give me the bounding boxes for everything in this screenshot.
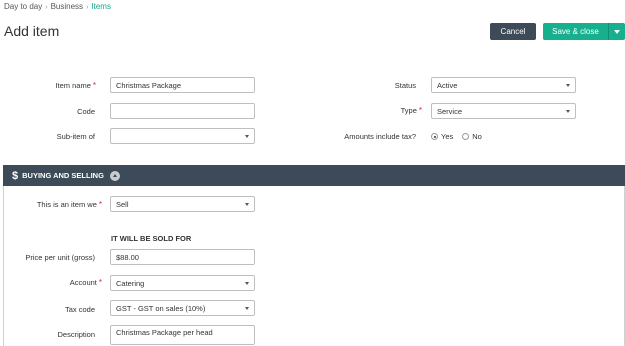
status-value: Active: [437, 80, 458, 90]
code-field[interactable]: [110, 103, 255, 119]
breadcrumb-business[interactable]: Business: [51, 2, 83, 11]
amounts-include-tax-radios: Yes No: [431, 132, 482, 141]
save-close-button[interactable]: Save & close: [543, 23, 608, 40]
cancel-button[interactable]: Cancel: [490, 23, 536, 40]
save-options-dropdown[interactable]: [608, 23, 625, 40]
account-select[interactable]: Catering: [110, 275, 255, 291]
section-title: BUYING AND SELLING: [22, 171, 104, 180]
description-textarea[interactable]: Christmas Package per head: [110, 325, 255, 345]
dollar-icon: $: [12, 169, 19, 182]
status-select[interactable]: Active: [431, 77, 576, 93]
price-field[interactable]: $88.00: [110, 249, 255, 265]
page-title: Add item: [4, 23, 60, 39]
item-we-label: This is an item we *: [36, 200, 102, 209]
radio-no[interactable]: [462, 133, 470, 140]
buying-selling-section-header[interactable]: $ BUYING AND SELLING: [3, 165, 625, 186]
tax-code-value: GST - GST on sales (10%): [116, 303, 206, 313]
chevron-down-icon: [614, 29, 620, 34]
item-name-field[interactable]: Christmas Package: [110, 77, 255, 93]
tax-code-select[interactable]: GST - GST on sales (10%): [110, 300, 255, 316]
tax-code-label: Tax code: [64, 305, 95, 314]
breadcrumb-items[interactable]: Items: [91, 2, 111, 11]
item-name-value: Christmas Package: [116, 80, 182, 90]
description-label: Description: [57, 330, 95, 339]
item-we-select[interactable]: Sell: [110, 196, 255, 212]
chevron-down-icon: [245, 306, 249, 310]
amounts-include-tax-label: Amounts include tax?: [344, 132, 416, 141]
breadcrumb-separator: ›: [45, 4, 48, 11]
chevron-down-icon: [245, 202, 249, 206]
sub-item-of-select[interactable]: [110, 128, 255, 144]
radio-yes-label[interactable]: Yes: [441, 132, 453, 141]
breadcrumb-day-to-day[interactable]: Day to day: [4, 2, 42, 11]
account-value: Catering: [116, 278, 145, 288]
buying-selling-panel: [3, 186, 625, 346]
collapse-toggle[interactable]: [109, 170, 120, 181]
status-label: Status: [394, 81, 416, 90]
account-label: Account *: [69, 278, 102, 287]
description-value: Christmas Package per head: [116, 328, 213, 337]
type-value: Service: [437, 106, 463, 116]
chevron-down-icon: [245, 281, 249, 285]
radio-yes[interactable]: [431, 133, 438, 140]
chevron-down-icon: [245, 134, 249, 138]
breadcrumb-separator: ›: [86, 4, 89, 11]
sub-item-of-label: Sub-item of: [56, 132, 95, 141]
code-label: Code: [77, 107, 95, 116]
chevron-down-icon: [566, 83, 570, 87]
breadcrumb: Day to day › Business › Items: [4, 2, 111, 11]
chevron-down-icon: [566, 109, 570, 113]
item-we-value: Sell: [116, 199, 129, 209]
radio-no-label[interactable]: No: [472, 132, 482, 141]
type-select[interactable]: Service: [431, 103, 576, 119]
type-label: Type *: [400, 106, 422, 115]
price-value: $88.00: [116, 252, 139, 262]
sold-for-heading: IT WILL BE SOLD FOR: [111, 234, 192, 243]
item-name-label: Item name *: [55, 81, 96, 90]
price-label: Price per unit (gross): [25, 253, 95, 262]
chevron-up-icon: [112, 174, 117, 177]
